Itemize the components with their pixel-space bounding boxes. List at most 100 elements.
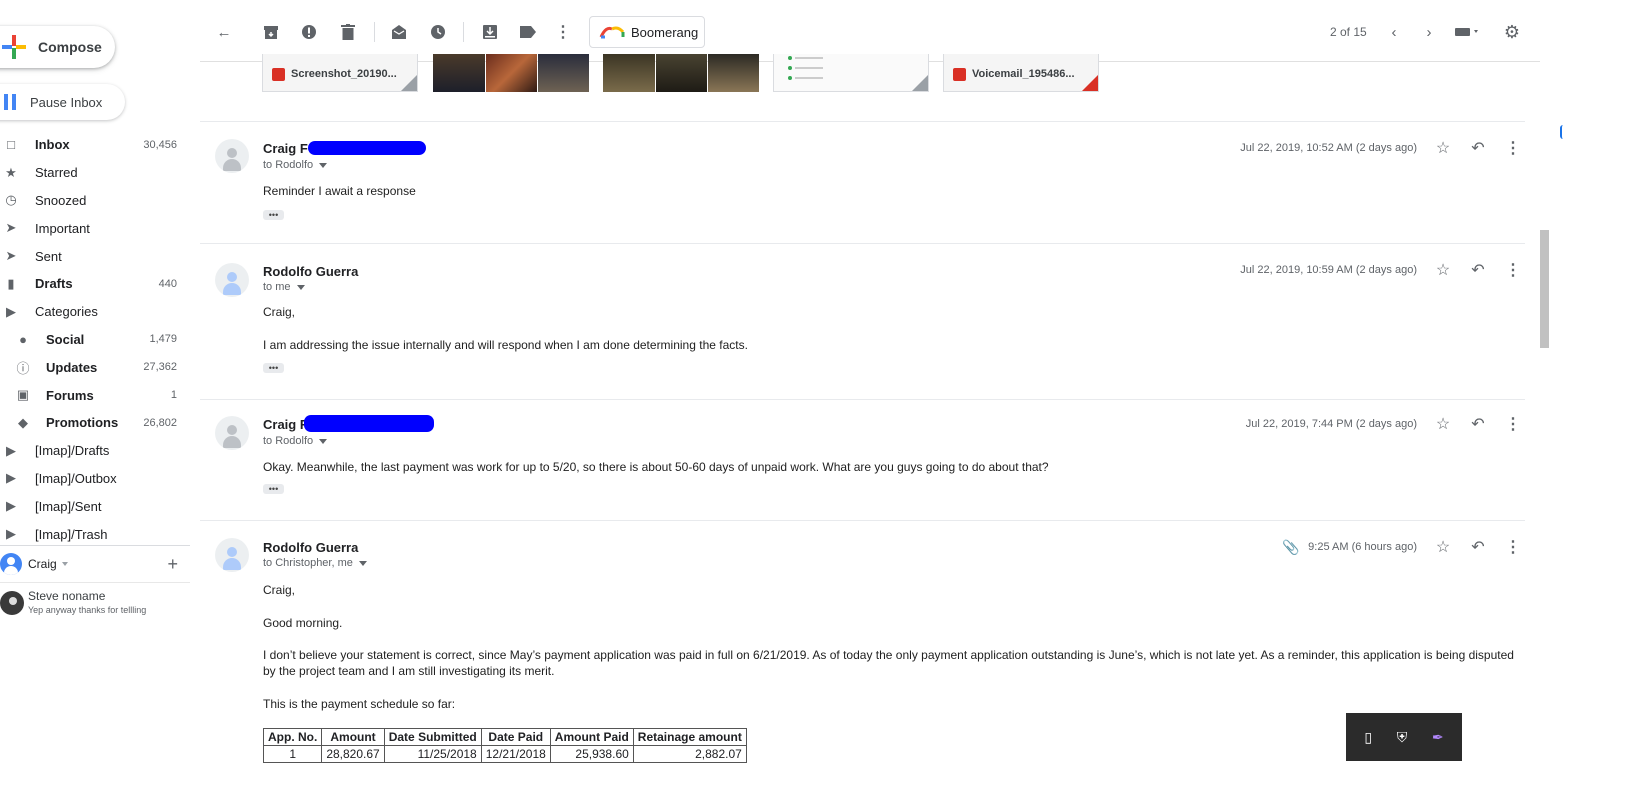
sidebar-item-imap-trash[interactable]: ▶ [Imap]/Trash bbox=[0, 520, 185, 548]
show-trimmed-button[interactable]: ••• bbox=[263, 210, 284, 220]
sidebar-item-forums[interactable]: ▣ Forums 1 bbox=[0, 381, 185, 409]
sidebar-item-updates[interactable]: ⓘ Updates 27,362 bbox=[0, 353, 185, 381]
attachment-thumbnail[interactable] bbox=[433, 54, 589, 92]
attachment-card[interactable]: Voicemail_195486... bbox=[943, 54, 1099, 92]
attachment-thumbnail[interactable] bbox=[773, 54, 929, 92]
sidebar-item-label: Updates bbox=[46, 359, 98, 375]
message-body-line: Reminder I await a response bbox=[263, 184, 416, 198]
sidebar-item-inbox[interactable]: □ Inbox 30,456 bbox=[0, 131, 185, 159]
older-chevron-icon[interactable]: › bbox=[1419, 22, 1439, 42]
attachment-thumbnail[interactable] bbox=[603, 54, 759, 92]
people-icon: ● bbox=[19, 331, 27, 347]
status-caret-icon[interactable] bbox=[61, 562, 68, 566]
sidebar-item-promotions[interactable]: ◆ Promotions 26,802 bbox=[0, 409, 185, 437]
sender-name[interactable]: Rodolfo Guerra bbox=[263, 264, 358, 279]
input-tools-icon[interactable] bbox=[1452, 22, 1482, 42]
recipient-line[interactable]: to Rodolfo bbox=[263, 159, 328, 171]
caret-down-icon[interactable] bbox=[358, 560, 367, 566]
sender-name[interactable]: Craig F bbox=[263, 417, 308, 432]
table-header-row: App. No. Amount Date Submitted Date Paid Amo… bbox=[262, 728, 747, 746]
draft-icon: ▮ bbox=[7, 275, 15, 291]
usb-device-icon[interactable]: ▯ bbox=[1364, 729, 1372, 746]
reply-icon[interactable]: ↶ bbox=[1468, 414, 1488, 434]
more-vert-icon[interactable]: ⋮ bbox=[1503, 414, 1523, 434]
hangouts-user[interactable]: Craig + bbox=[0, 546, 190, 582]
sidebar-item-label: Starred bbox=[35, 165, 78, 181]
sidebar-item-imap-drafts[interactable]: ▶ [Imap]/Drafts bbox=[0, 437, 185, 465]
forum-icon: ▣ bbox=[16, 387, 30, 403]
star-icon[interactable]: ☆ bbox=[1433, 138, 1453, 158]
star-icon[interactable]: ☆ bbox=[1433, 414, 1453, 434]
table-header-cell: App. No. bbox=[262, 728, 323, 746]
sidebar-item-drafts[interactable]: ▮ Drafts 440 bbox=[0, 270, 185, 298]
sidebar-item-sent[interactable]: ➤ Sent bbox=[0, 242, 185, 270]
reply-icon[interactable]: ↶ bbox=[1468, 260, 1488, 280]
move-to-icon[interactable] bbox=[480, 22, 500, 42]
pen-feather-icon[interactable]: ✒ bbox=[1432, 729, 1444, 746]
more-vert-icon[interactable]: ⋮ bbox=[1503, 138, 1523, 158]
label-icon: ▶ bbox=[6, 303, 16, 319]
star-icon: ★ bbox=[5, 164, 17, 180]
message-card[interactable]: Craig F to Rodolfo Jul 22, 2019, 10:52 A… bbox=[200, 121, 1525, 244]
pager-count: 2 of 15 bbox=[1330, 25, 1367, 39]
attachment-name: Voicemail_195486... bbox=[972, 68, 1075, 80]
sidebar-item-social[interactable]: ● Social 1,479 bbox=[0, 326, 185, 354]
pause-inbox-button[interactable]: Pause Inbox bbox=[0, 84, 125, 120]
snooze-icon[interactable] bbox=[428, 22, 448, 42]
reply-icon[interactable]: ↶ bbox=[1468, 138, 1488, 158]
message-card[interactable]: Rodolfo Guerra to me Jul 22, 2019, 10:59… bbox=[200, 244, 1525, 400]
star-icon[interactable]: ☆ bbox=[1433, 260, 1453, 280]
sender-name[interactable]: Rodolfo Guerra bbox=[263, 540, 358, 555]
message-card[interactable]: Craig F to Rodolfo Jul 22, 2019, 7:44 PM… bbox=[200, 400, 1525, 521]
archive-icon[interactable] bbox=[261, 22, 281, 42]
attachment-card[interactable]: Screenshot_20190... bbox=[262, 54, 418, 92]
pause-icon bbox=[4, 94, 16, 110]
boomerang-logo-icon bbox=[599, 26, 625, 39]
back-arrow-icon[interactable]: ← bbox=[214, 22, 234, 42]
recipient-text: to me bbox=[263, 281, 291, 293]
more-vert-icon[interactable]: ⋮ bbox=[553, 22, 573, 42]
settings-gear-icon[interactable]: ⚙ bbox=[1502, 22, 1522, 42]
more-vert-icon[interactable]: ⋮ bbox=[1503, 260, 1523, 280]
scrollbar-thumb[interactable] bbox=[1540, 230, 1549, 348]
sidebar-item-label: Inbox bbox=[35, 137, 70, 153]
sidebar-item-label: Promotions bbox=[46, 415, 119, 431]
recipient-text: to Rodolfo bbox=[263, 159, 314, 171]
caret-down-icon[interactable] bbox=[319, 438, 328, 444]
mark-unread-icon[interactable] bbox=[389, 22, 409, 42]
table-header-cell: Retainage amount bbox=[632, 728, 747, 746]
caret-down-icon[interactable] bbox=[296, 284, 305, 290]
recipient-line[interactable]: to Rodolfo bbox=[263, 435, 328, 447]
info-icon: ⓘ bbox=[16, 360, 30, 376]
contact-status: Yep anyway thanks for tellling bbox=[28, 605, 147, 615]
compose-button[interactable]: Compose bbox=[0, 26, 115, 68]
sidebar-item-label: Sent bbox=[35, 248, 62, 264]
sidebar-item-imap-sent[interactable]: ▶ [Imap]/Sent bbox=[0, 492, 185, 520]
sidebar-item-label: [Imap]/Drafts bbox=[35, 443, 110, 459]
recipient-line[interactable]: to Christopher, me bbox=[263, 557, 367, 569]
sidebar-item-important[interactable]: ➤ Important bbox=[0, 214, 185, 242]
sidebar-item-imap-outbox[interactable]: ▶ [Imap]/Outbox bbox=[0, 465, 185, 493]
sidebar-item-snoozed[interactable]: ◷ Snoozed bbox=[0, 187, 185, 215]
recipient-line[interactable]: to me bbox=[263, 281, 305, 293]
hangouts-contact[interactable]: Steve noname Yep anyway thanks for telll… bbox=[0, 582, 190, 626]
sender-name[interactable]: Craig F bbox=[263, 141, 308, 156]
security-shield-icon[interactable]: ⛨ bbox=[1397, 729, 1408, 746]
show-trimmed-button[interactable]: ••• bbox=[263, 363, 284, 373]
newer-chevron-icon[interactable]: ‹ bbox=[1384, 22, 1404, 42]
star-icon[interactable]: ☆ bbox=[1433, 537, 1453, 557]
sidebar-item-starred[interactable]: ★ Starred bbox=[0, 159, 185, 187]
contact-name: Steve noname bbox=[28, 589, 106, 603]
reply-icon[interactable]: ↶ bbox=[1468, 537, 1488, 557]
add-contact-icon[interactable]: + bbox=[167, 554, 178, 575]
show-trimmed-button[interactable]: ••• bbox=[263, 484, 284, 494]
label-as-icon[interactable] bbox=[518, 22, 538, 42]
caret-down-icon[interactable] bbox=[319, 162, 328, 168]
report-spam-icon[interactable] bbox=[299, 22, 319, 42]
more-vert-icon[interactable]: ⋮ bbox=[1503, 537, 1523, 557]
table-row: 1 28,820.67 11/25/2018 12/21/2018 25,938.60 2… bbox=[262, 745, 747, 763]
sidebar-item-categories[interactable]: ▶ Categories bbox=[0, 298, 185, 326]
delete-icon[interactable] bbox=[338, 22, 358, 42]
boomerang-button[interactable]: Boomerang bbox=[589, 16, 705, 48]
attachments-row: Screenshot_20190... Voicemail_195486... bbox=[262, 54, 1102, 94]
